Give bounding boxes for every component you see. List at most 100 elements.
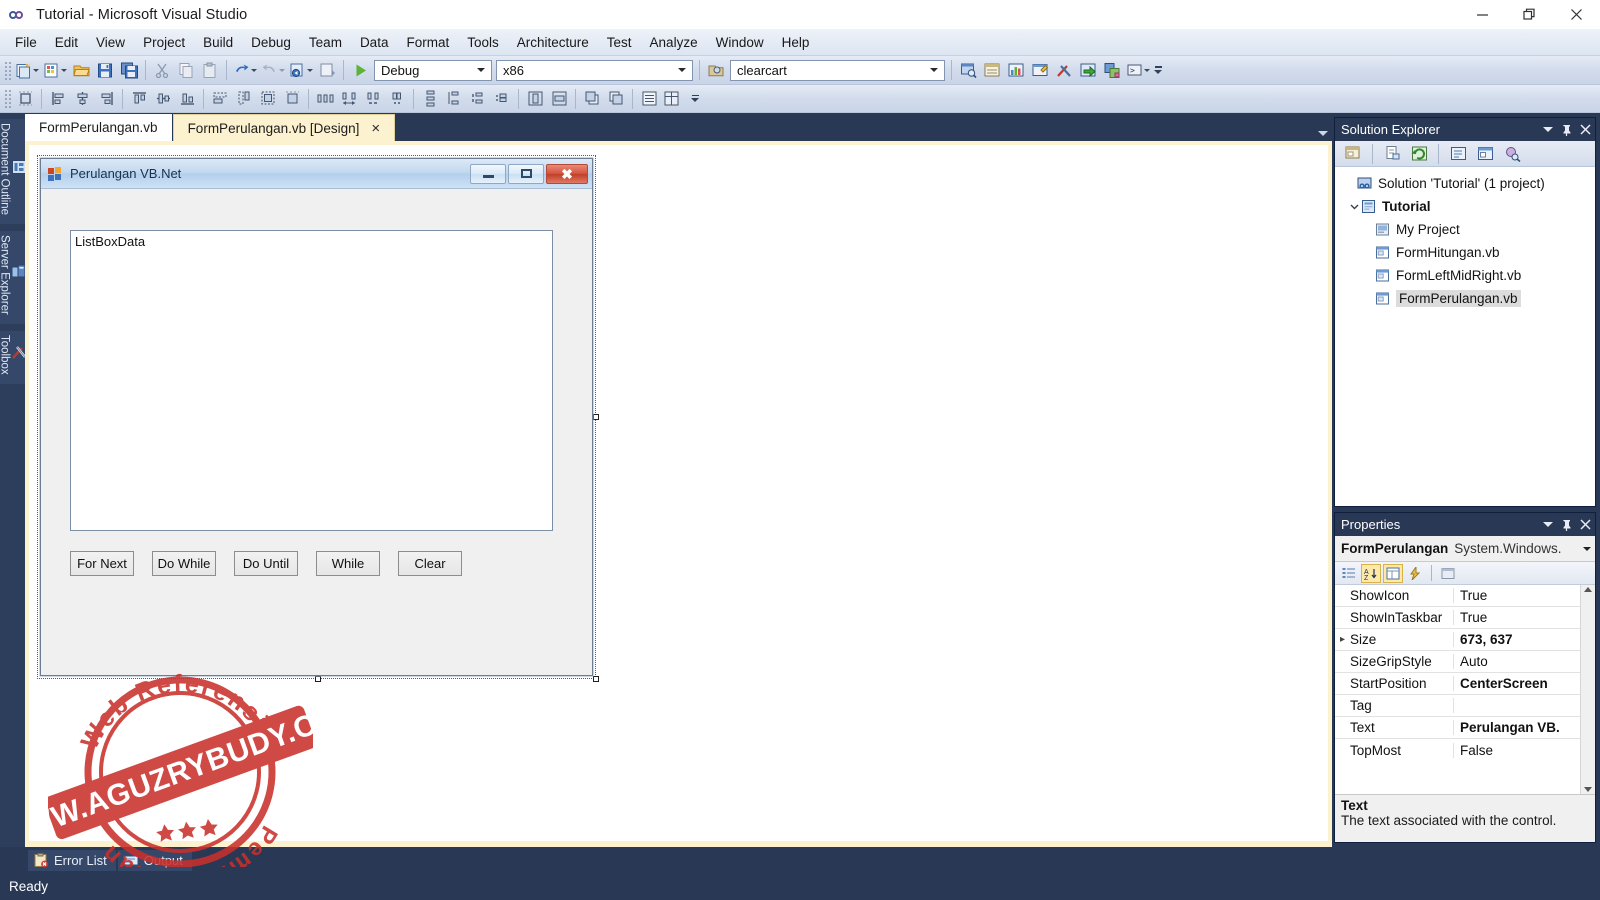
button-do-while[interactable]: Do While — [152, 551, 216, 576]
menu-help[interactable]: Help — [773, 32, 819, 53]
new-project-button[interactable] — [13, 58, 41, 82]
menu-test[interactable]: Test — [598, 32, 641, 53]
tab-formperulangan-code[interactable]: FormPerulangan.vb — [25, 114, 172, 141]
button-do-until[interactable]: Do Until — [234, 551, 298, 576]
view-designer-icon[interactable] — [1473, 142, 1497, 166]
close-icon[interactable]: × — [371, 121, 380, 136]
property-row-tag[interactable]: Tag — [1335, 695, 1580, 717]
make-same-width-icon[interactable] — [208, 87, 232, 111]
align-middles-icon[interactable] — [151, 87, 175, 111]
layout-toolbar-overflow-button[interactable] — [689, 87, 701, 111]
bring-to-front-icon[interactable] — [580, 87, 604, 111]
form-maximize-button[interactable] — [508, 163, 544, 184]
menu-data[interactable]: Data — [351, 32, 398, 53]
row-expander-icon[interactable]: ▸ — [1335, 634, 1350, 645]
menu-format[interactable]: Format — [397, 32, 458, 53]
menu-analyze[interactable]: Analyze — [641, 32, 707, 53]
properties-icon[interactable] — [1341, 142, 1365, 166]
remove-vertical-spacing-icon[interactable] — [490, 87, 514, 111]
designed-form[interactable]: Perulangan VB.Net ✖ ListBoxData For Next… — [40, 158, 593, 676]
property-value[interactable]: True — [1454, 610, 1487, 625]
toolbar-grip[interactable] — [4, 89, 11, 108]
start-debugging-button[interactable] — [348, 58, 372, 82]
chevron-down-icon[interactable] — [473, 61, 488, 80]
align-to-grid-icon[interactable] — [13, 87, 37, 111]
property-row-size[interactable]: ▸ Size 673, 637 — [1335, 629, 1580, 651]
restore-button[interactable] — [1506, 0, 1553, 29]
make-same-height-icon[interactable] — [232, 87, 256, 111]
tab-output[interactable]: Output — [117, 849, 192, 871]
undo-button[interactable] — [231, 58, 259, 82]
tree-item-project-tutorial[interactable]: Tutorial — [1339, 195, 1595, 218]
toolbar-grip[interactable] — [4, 60, 11, 80]
send-to-back-icon[interactable] — [604, 87, 628, 111]
close-button[interactable] — [1553, 0, 1600, 29]
listbox-data[interactable]: ListBoxData — [70, 230, 553, 531]
menu-tools[interactable]: Tools — [458, 32, 508, 53]
align-lefts-icon[interactable] — [46, 87, 70, 111]
navigate-forward-button[interactable] — [315, 58, 339, 82]
scroll-up-icon[interactable] — [1584, 587, 1592, 592]
property-object-selector[interactable]: FormPerulangan System.Windows. — [1335, 536, 1595, 562]
property-row-startposition[interactable]: StartPosition CenterScreen — [1335, 673, 1580, 695]
property-value[interactable]: CenterScreen — [1454, 676, 1548, 691]
resize-handle-bottom-right[interactable] — [593, 676, 599, 682]
menu-project[interactable]: Project — [134, 32, 194, 53]
property-grid-scrollbar[interactable] — [1580, 585, 1595, 794]
center-horizontally-icon[interactable] — [523, 87, 547, 111]
expander-icon[interactable] — [1347, 202, 1361, 211]
tree-item-formperulangan[interactable]: FormPerulangan.vb — [1339, 287, 1595, 310]
extension-manager-icon[interactable] — [1100, 58, 1124, 82]
center-vertically-icon[interactable] — [547, 87, 571, 111]
solution-explorer-icon[interactable] — [956, 58, 980, 82]
menu-edit[interactable]: Edit — [46, 32, 87, 53]
size-to-grid-icon[interactable] — [280, 87, 304, 111]
property-value[interactable]: Perulangan VB. — [1454, 720, 1560, 735]
properties-view-icon[interactable] — [1383, 563, 1403, 583]
align-tops-icon[interactable] — [127, 87, 151, 111]
tree-item-my-project[interactable]: My Project — [1339, 218, 1595, 241]
align-bottoms-icon[interactable] — [175, 87, 199, 111]
form-minimize-button[interactable] — [470, 163, 506, 184]
remove-horizontal-spacing-icon[interactable] — [385, 87, 409, 111]
menu-window[interactable]: Window — [707, 32, 773, 53]
save-button[interactable] — [93, 58, 117, 82]
alphabetical-icon[interactable]: AZ — [1361, 563, 1381, 583]
navigate-backward-button[interactable] — [287, 58, 315, 82]
solution-configuration-combo[interactable]: Debug — [374, 59, 492, 81]
property-value[interactable]: False — [1454, 743, 1493, 758]
scroll-down-icon[interactable] — [1584, 787, 1592, 792]
menu-debug[interactable]: Debug — [242, 32, 300, 53]
find-in-files-icon[interactable] — [704, 58, 728, 82]
button-clear[interactable]: Clear — [398, 551, 462, 576]
toolbar-overflow-button[interactable] — [1152, 58, 1164, 82]
add-new-item-button[interactable] — [41, 58, 69, 82]
pin-icon[interactable] — [1561, 124, 1572, 136]
solution-explorer-tree-body[interactable]: Solution 'Tutorial' (1 project) Tutorial — [1335, 167, 1595, 506]
panel-menu-icon[interactable] — [1543, 127, 1553, 132]
document-tab-dropdown[interactable] — [1318, 131, 1328, 136]
tree-item-formleftmidright[interactable]: FormLeftMidRight.vb — [1339, 264, 1595, 287]
close-icon[interactable] — [1580, 124, 1591, 135]
properties-window-icon[interactable] — [980, 58, 1004, 82]
button-for-next[interactable]: For Next — [70, 551, 134, 576]
pin-icon[interactable] — [1561, 519, 1572, 531]
tree-item-solution[interactable]: Solution 'Tutorial' (1 project) — [1339, 172, 1595, 195]
class-view-icon[interactable] — [1500, 142, 1524, 166]
menu-file[interactable]: File — [6, 32, 46, 53]
chevron-down-icon[interactable] — [674, 61, 689, 80]
property-grid[interactable]: ShowIcon True ShowInTaskbar True ▸ Size … — [1335, 585, 1595, 794]
menu-build[interactable]: Build — [194, 32, 242, 53]
open-file-button[interactable] — [69, 58, 93, 82]
decrease-vertical-spacing-icon[interactable] — [466, 87, 490, 111]
tab-formperulangan-design[interactable]: FormPerulangan.vb [Design] × — [172, 114, 396, 141]
tools-options-icon[interactable] — [1052, 58, 1076, 82]
decrease-horizontal-spacing-icon[interactable] — [361, 87, 385, 111]
form-designer-surface[interactable]: Perulangan VB.Net ✖ ListBoxData For Next… — [29, 145, 1328, 841]
resize-handle-right[interactable] — [593, 414, 599, 420]
chevron-down-icon[interactable] — [926, 61, 941, 80]
property-row-showintaskbar[interactable]: ShowInTaskbar True — [1335, 607, 1580, 629]
save-all-button[interactable] — [117, 58, 141, 82]
toolbox-icon[interactable] — [1028, 58, 1052, 82]
property-pages-icon[interactable] — [1438, 564, 1458, 583]
